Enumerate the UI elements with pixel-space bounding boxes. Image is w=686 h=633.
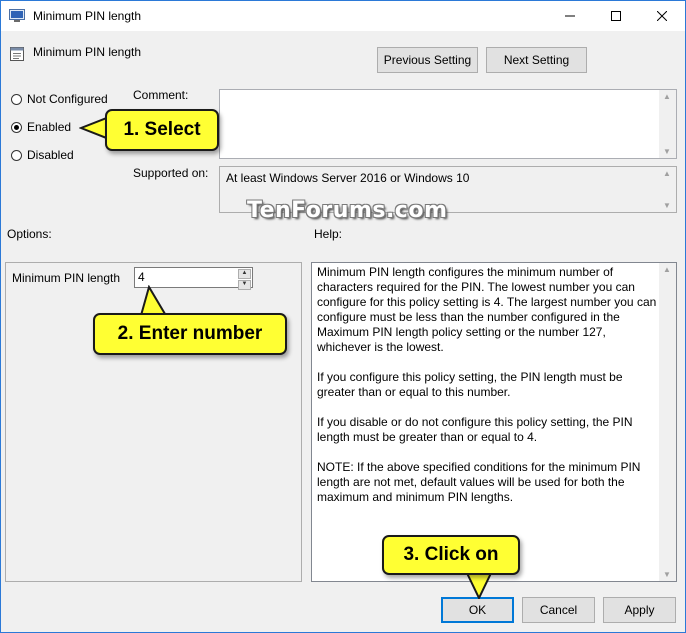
options-label: Options: (7, 227, 52, 241)
help-scrollbar[interactable]: ▲ ▼ (659, 263, 676, 581)
policy-dialog-window: Minimum PIN length Minimum PIN length Pr… (0, 0, 686, 633)
radio-dot (11, 93, 22, 105)
supported-scrollbar[interactable]: ▲ ▼ (659, 167, 676, 212)
help-paragraph: Minimum PIN length configures the minimu… (317, 265, 657, 354)
radio-enabled[interactable]: Enabled (11, 120, 71, 134)
scroll-down-icon: ▼ (663, 201, 671, 210)
supported-label: Supported on: (133, 166, 209, 180)
spin-down-icon[interactable]: ▼ (238, 280, 251, 290)
group-policy-icon (9, 9, 25, 23)
scroll-down-icon: ▼ (663, 147, 671, 156)
callout-step-3: 3. Click on (382, 535, 520, 575)
close-icon (657, 11, 667, 21)
comment-textarea[interactable]: ▲ ▼ (219, 89, 677, 159)
minimize-icon (565, 15, 575, 17)
radio-disabled[interactable]: Disabled (11, 148, 74, 162)
window-title: Minimum PIN length (33, 9, 142, 23)
close-button[interactable] (639, 1, 685, 31)
minimize-button[interactable] (547, 1, 593, 31)
callout-step-1: 1. Select (105, 109, 219, 151)
supported-value: At least Windows Server 2016 or Windows … (226, 171, 470, 185)
title-bar[interactable]: Minimum PIN length (1, 1, 685, 31)
radio-label: Not Configured (27, 92, 108, 106)
scroll-up-icon: ▲ (663, 265, 671, 274)
maximize-button[interactable] (593, 1, 639, 31)
comment-label: Comment: (133, 88, 189, 102)
spin-up-icon[interactable]: ▲ (238, 269, 251, 279)
radio-not-configured[interactable]: Not Configured (11, 92, 108, 106)
comment-scrollbar[interactable]: ▲ ▼ (659, 90, 676, 158)
radio-dot (11, 149, 22, 161)
scroll-down-icon: ▼ (663, 570, 671, 579)
radio-dot-selected (11, 121, 22, 133)
help-paragraph: NOTE: If the above specified conditions … (317, 460, 641, 504)
help-paragraph: If you disable or do not configure this … (317, 415, 633, 444)
help-label: Help: (314, 227, 343, 241)
help-panel: Minimum PIN length configures the minimu… (311, 262, 677, 582)
maximize-icon (611, 11, 621, 21)
callout-step-2: 2. Enter number (93, 313, 287, 355)
setting-name: Minimum PIN length (33, 45, 142, 59)
watermark: TenForums.com (247, 198, 448, 223)
previous-setting-button[interactable]: Previous Setting (377, 47, 478, 73)
radio-label: Disabled (27, 148, 74, 162)
policy-setting-icon (9, 46, 25, 62)
scroll-up-icon: ▲ (663, 169, 671, 178)
min-pin-length-label: Minimum PIN length (12, 271, 121, 285)
cancel-button[interactable]: Cancel (522, 597, 595, 623)
radio-label: Enabled (27, 120, 72, 134)
next-setting-button[interactable]: Next Setting (486, 47, 587, 73)
apply-button[interactable]: Apply (603, 597, 676, 623)
min-pin-length-value: 4 (138, 270, 145, 284)
help-paragraph: If you configure this policy setting, th… (317, 370, 623, 399)
help-text: Minimum PIN length configures the minimu… (317, 265, 662, 520)
scroll-up-icon: ▲ (663, 92, 671, 101)
ok-button[interactable]: OK (441, 597, 514, 623)
